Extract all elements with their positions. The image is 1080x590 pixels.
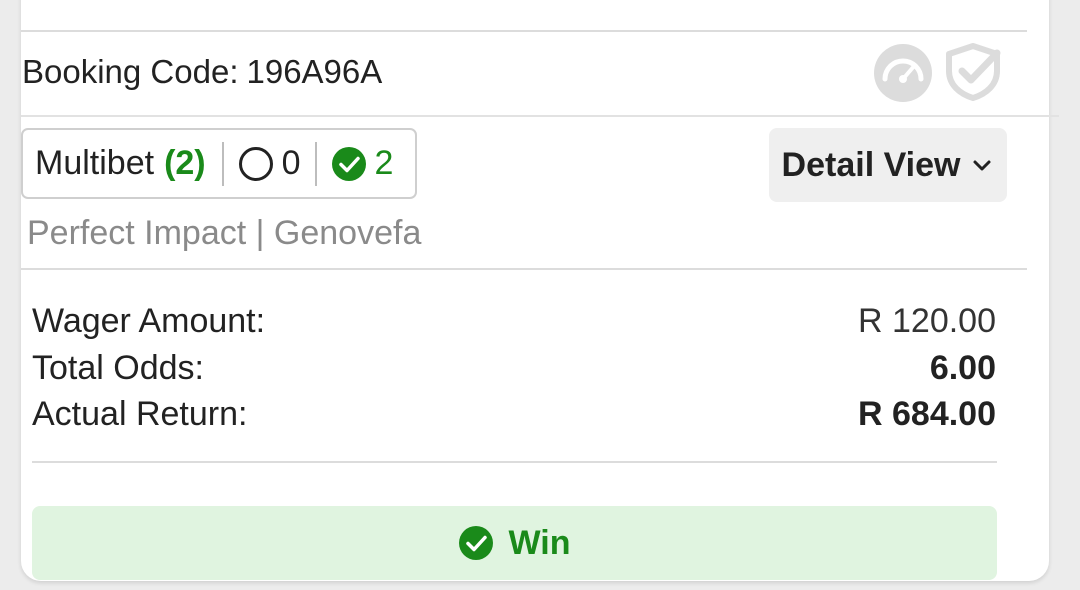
separator: [221, 141, 224, 186]
check-circle-icon: [459, 526, 494, 560]
booking-code-text: Booking Code: 196A96A: [22, 53, 382, 91]
odds-row: Total Odds: 6.00: [32, 349, 996, 388]
wager-row: Wager Amount: R 120.00: [32, 302, 996, 341]
won-count: 2: [374, 144, 394, 182]
bet-summary-box: Multibet (2) 0 2: [21, 128, 417, 199]
chevron-down-icon: [973, 160, 991, 171]
divider: [32, 461, 997, 463]
odds-value: 6.00: [929, 349, 996, 387]
detail-view-button[interactable]: Detail View: [769, 128, 1007, 202]
wager-label: Wager Amount:: [32, 302, 266, 340]
open-count: 0: [281, 144, 301, 182]
detail-view-label: Detail View: [781, 145, 961, 184]
booking-header: Booking Code: 196A96A: [21, 31, 1059, 117]
return-label: Actual Return:: [32, 395, 248, 433]
check-circle-icon: [331, 146, 366, 181]
booking-code-value: 196A96A: [246, 53, 383, 90]
result-status-bar: Win: [32, 506, 997, 580]
result-label: Win: [508, 523, 571, 562]
selection-count: (2): [164, 144, 206, 182]
separator: [314, 141, 317, 186]
speedometer-icon[interactable]: [873, 43, 933, 103]
odds-label: Total Odds:: [32, 349, 204, 387]
return-row: Actual Return: R 684.00: [32, 395, 996, 434]
shield-check-icon[interactable]: [945, 43, 1001, 101]
open-circle-icon: [238, 146, 273, 181]
wager-value: R 120.00: [858, 302, 996, 340]
divider: [21, 268, 1027, 270]
selections-text: Perfect Impact | Genovefa: [27, 214, 422, 252]
booking-code-label: Booking Code:: [22, 53, 239, 90]
return-value: R 684.00: [858, 395, 996, 433]
bet-type-label: Multibet: [35, 144, 155, 182]
